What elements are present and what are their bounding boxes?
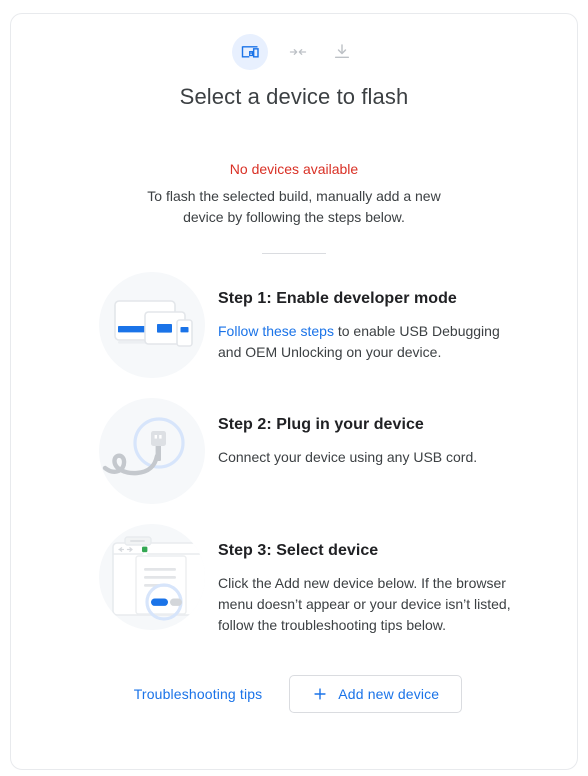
step-title: Step 1: Enable developer mode	[218, 290, 457, 307]
download-icon	[328, 38, 356, 66]
step-text: Connect your device using any USB cord.	[218, 449, 478, 465]
step-body: Step 3: Select device Click the Add new …	[218, 524, 523, 636]
connect-arrows-icon	[284, 38, 312, 66]
download-icon-glyph	[334, 44, 350, 59]
browser-dialog-illustration-glyph	[112, 536, 205, 621]
add-new-device-label: Add new device	[338, 686, 440, 702]
status-error-message: No devices available	[229, 161, 359, 177]
step-item: Step 2: Plug in your device Connect your…	[11, 398, 577, 524]
status-block: No devices available To flash the select…	[11, 159, 577, 228]
app-root: Select a device to flash No devices avai…	[0, 0, 588, 776]
footer-actions: Troubleshooting tips Add new device	[11, 675, 577, 713]
step-title: Step 2: Plug in your device	[218, 416, 424, 433]
devices-icon	[232, 34, 268, 70]
devices-illustration	[99, 272, 205, 378]
step-text: Follow these steps to enable USB Debuggi…	[218, 321, 523, 363]
plus-icon	[312, 686, 328, 702]
device-flash-card: Select a device to flash No devices avai…	[10, 13, 578, 770]
browser-dialog-illustration	[99, 524, 205, 630]
step-text: Click the Add new device below. If the b…	[218, 575, 511, 633]
follow-these-steps-link[interactable]: Follow these steps	[218, 323, 334, 339]
step-title: Step 3: Select device	[218, 542, 379, 559]
add-new-device-button[interactable]: Add new device	[289, 675, 463, 713]
devices-icon-glyph	[241, 46, 259, 58]
usb-cable-illustration	[99, 398, 205, 504]
section-divider	[262, 253, 326, 254]
flow-icon-row	[11, 34, 577, 70]
steps-list: Step 1: Enable developer mode Follow the…	[11, 272, 577, 650]
connect-arrows-icon-glyph	[289, 49, 307, 55]
page-title: Select a device to flash	[179, 84, 409, 109]
status-description: To flash the selected build, manually ad…	[147, 188, 441, 225]
devices-illustration-glyph	[114, 300, 193, 347]
step-item: Step 1: Enable developer mode Follow the…	[11, 272, 577, 398]
usb-cable-illustration-glyph	[102, 417, 185, 476]
troubleshooting-tips-link[interactable]: Troubleshooting tips	[126, 676, 271, 712]
step-body: Step 2: Plug in your device Connect your…	[218, 398, 523, 468]
step-body: Step 1: Enable developer mode Follow the…	[218, 272, 523, 363]
plus-icon-glyph	[314, 688, 326, 700]
step-item: Step 3: Select device Click the Add new …	[11, 524, 577, 650]
